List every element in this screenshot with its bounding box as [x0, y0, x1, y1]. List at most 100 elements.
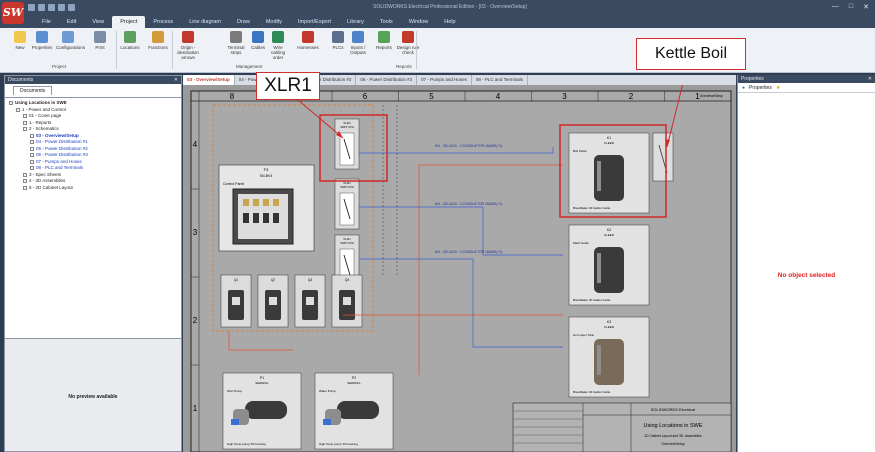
ribbon-new-button[interactable]: New [8, 31, 32, 50]
schematic-drawing[interactable]: 876543214321 F3 SN-BV4 Control Panel XLR… [183, 82, 736, 452]
breaker[interactable]: Q2 [257, 274, 289, 328]
ribbon-print-button[interactable]: Print [88, 31, 112, 50]
ribbon-reports-button[interactable]: Reports [372, 31, 396, 50]
breaker[interactable]: Q3 [294, 274, 326, 328]
breaker[interactable]: Q4 [331, 274, 363, 328]
menu-file[interactable]: File [34, 16, 59, 28]
doc-tab-06-power-distribution-3[interactable]: 06 - Power Distribution #3 [356, 75, 418, 85]
cables-icon [252, 31, 264, 43]
menu-draw[interactable]: Draw [229, 16, 258, 28]
pump-motor [337, 401, 379, 419]
xlr-connector[interactable]: XLR1SWFT-CPH [334, 118, 360, 170]
documents-tab[interactable]: Documents [13, 86, 53, 95]
tree-item-5-2d-cabinet-layout[interactable]: 5 - 2D Cabinet Layout [9, 185, 177, 192]
menu-library[interactable]: Library [339, 16, 372, 28]
menu-line-diagram[interactable]: Line diagram [181, 16, 229, 28]
pump-footer: High Temp pump SS housing [319, 442, 358, 446]
app-logo[interactable]: SW [2, 2, 24, 24]
drawing-canvas[interactable]: 876543214321 F3 SN-BV4 Control Panel XLR… [183, 82, 736, 452]
menu-project[interactable]: Project [112, 16, 146, 28]
minimize-icon[interactable]: — [832, 3, 839, 11]
panel-tag: F3 [264, 167, 269, 172]
kettle-sub: KLEER [604, 325, 615, 329]
xlr-sub: SWFT-CPH [340, 241, 354, 245]
breaker-tag: Q1 [234, 278, 238, 282]
configurations-icon [62, 31, 74, 43]
maximize-icon[interactable]: □ [849, 3, 853, 11]
kettle-footer: BrewMaker 30 Gallon Kettle [573, 206, 611, 210]
kettle-boil-callout: Kettle Boil [636, 38, 746, 70]
breaker[interactable]: Q1 [220, 274, 252, 328]
menu-tools[interactable]: Tools [372, 16, 401, 28]
ribbon-group-project: Project [52, 64, 67, 69]
open-icon[interactable] [38, 4, 45, 11]
wire-cabling-order-icon [272, 31, 284, 43]
documents-panel-header: Documents ✕ [5, 76, 181, 84]
ribbon-button-label: New [15, 45, 25, 50]
menu-process[interactable]: Process [145, 16, 181, 28]
close-icon[interactable]: ✕ [863, 3, 869, 11]
pump-p2[interactable]: P2SERIES/L Water Pump High Temp pump SS ho… [314, 372, 394, 450]
ribbon-properties-button[interactable]: Properties [30, 31, 54, 50]
undo-icon[interactable] [58, 4, 65, 11]
xlr-sub: SWFT-CPH [340, 185, 354, 189]
menu-view[interactable]: View [84, 16, 112, 28]
ribbon-group-reports: Reports [396, 64, 412, 69]
menu-help[interactable]: Help [436, 16, 463, 28]
xlr-sub: SWFT-CPH [340, 125, 354, 129]
document-icon [30, 166, 34, 171]
ribbon-inputs-outputs-button[interactable]: Inputs / Outputs [346, 31, 370, 55]
xlr1-callout: XLR1 [256, 72, 320, 100]
star-icon[interactable]: ★ [776, 83, 780, 93]
terminal-strips-icon [230, 31, 242, 43]
properties-close-icon[interactable]: ✕ [868, 75, 872, 83]
column-number: 5 [429, 92, 434, 101]
kettle-k1[interactable]: K1KLEER Boil Kettle BrewMaker 30 Gallon Ke… [568, 132, 650, 214]
menu-edit[interactable]: Edit [59, 16, 84, 28]
menu-import-export[interactable]: Import/Export [290, 16, 339, 28]
menu-bar: File Edit View Project Process Line diagram Dr… [0, 16, 875, 28]
kettle-k3[interactable]: K3KLEER Hot Liquor Tank BrewMaker 30 Gallo… [568, 316, 650, 398]
documents-tree: Using Locations in SWE 1 - Power and Cont… [5, 97, 181, 337]
pump-p1[interactable]: P1SERIES/L Wort Pump High Temp pump SS hou… [222, 372, 302, 450]
breaker-switch [269, 297, 277, 305]
application-window: SOLIDWORKS Electrical Professional Editi… [0, 0, 875, 452]
kettle-sub: KLEER [604, 141, 615, 145]
document-icon [23, 185, 27, 190]
properties-tab-icon[interactable]: ● [742, 83, 745, 93]
doc-tab-08-plc-and-terminals[interactable]: 08 - PLC and Terminals [472, 75, 528, 85]
harnesses-icon [302, 31, 314, 43]
functions-icon [152, 31, 164, 43]
properties-panel-header: Properties ✕ [738, 75, 875, 83]
breaker-switch [343, 297, 351, 305]
doc-tab-03-overview-setup[interactable]: 03 - Overview/Setup [183, 75, 235, 85]
xlr-connector[interactable]: XLR1SWFT-CPH [334, 178, 360, 230]
pump-tag: P1 [260, 376, 264, 380]
kettle-tag: K3 [607, 320, 611, 324]
kettle-k2[interactable]: K2KLEER Mash Kettle BrewMaker 30 Gallon Ke… [568, 224, 650, 306]
ribbon-configurations-button[interactable]: Configurations [56, 31, 85, 50]
row-number: 2 [193, 316, 198, 325]
ribbon-terminal-strips-button[interactable]: Terminal strips [224, 31, 248, 55]
ribbon-locations-button[interactable]: Locations [118, 31, 142, 50]
column-number: 4 [496, 92, 501, 101]
properties-panel-title: Properties [741, 76, 764, 82]
panel-name: Control Panel [223, 182, 244, 186]
ribbon-harnesses-button[interactable]: Harnesses [296, 31, 320, 50]
ribbon-wire-cabling-order-button[interactable]: Wire cabling order [266, 31, 290, 60]
kettle-name: Mash Kettle [573, 241, 589, 245]
properties-panel: Properties ✕ ● Properties ★ No object se… [737, 75, 875, 452]
row-number: 4 [193, 140, 198, 149]
save-icon[interactable] [28, 4, 35, 11]
menu-modify[interactable]: Modify [258, 16, 290, 28]
print-icon[interactable] [48, 4, 55, 11]
redo-icon[interactable] [68, 4, 75, 11]
doc-tab-07-pumps-and-hoses[interactable]: 07 - Pumps and Hoses [417, 75, 472, 85]
new-icon [14, 31, 26, 43]
panel-close-icon[interactable]: ✕ [174, 76, 178, 84]
menu-window[interactable]: Window [401, 16, 437, 28]
properties-tab[interactable]: Properties [749, 83, 772, 93]
ribbon-functions-button[interactable]: Functions [146, 31, 170, 50]
breaker-tag: Q3 [308, 278, 312, 282]
ribbon-origin-destination-arrows-button[interactable]: Origin - destination arrows [176, 31, 200, 60]
